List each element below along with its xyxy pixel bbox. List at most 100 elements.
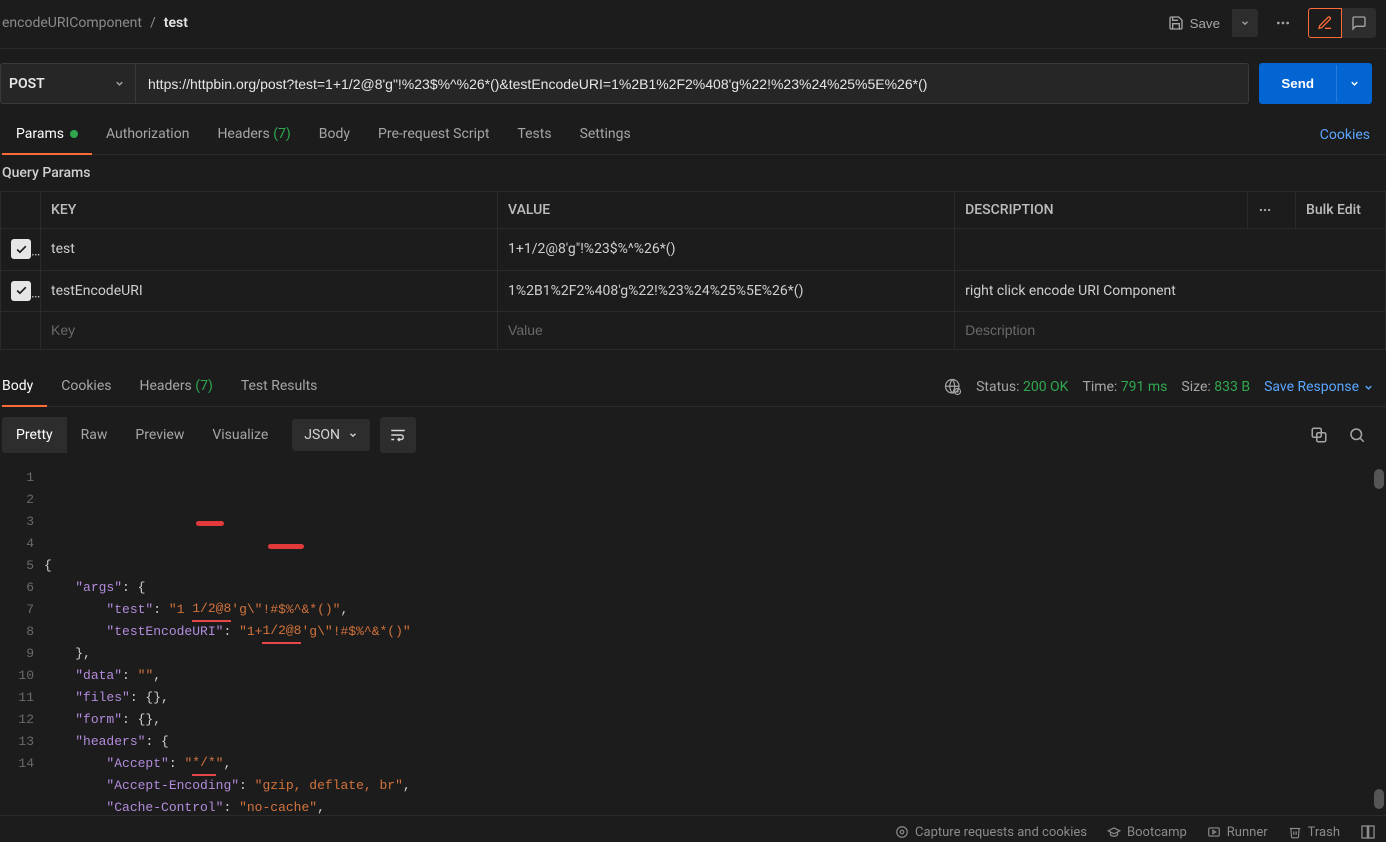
language-select[interactable]: JSON [292, 419, 370, 451]
view-pretty[interactable]: Pretty [2, 417, 67, 453]
code-line: { [44, 555, 411, 577]
tab-tests-label: Tests [517, 126, 551, 142]
code-line: "Accept": "*/*", [44, 753, 411, 775]
new-desc-input[interactable] [965, 322, 1375, 338]
topbar: encodeURIComponent / test Save [0, 0, 1386, 49]
footer-capture[interactable]: Capture requests and cookies [895, 825, 1087, 840]
resp-tab-body[interactable]: Body [2, 368, 47, 406]
tab-body[interactable]: Body [305, 116, 364, 154]
view-preview[interactable]: Preview [121, 417, 198, 453]
body-toolbar: Pretty Raw Preview Visualize JSON [0, 407, 1386, 463]
resp-tab-body-label: Body [2, 378, 33, 394]
annotation-marker [268, 544, 304, 549]
param-value[interactable]: 1%2B1%2F2%408'g%22!%23%24%25%5E%26*() [498, 270, 955, 312]
resp-tab-tests-label: Test Results [241, 378, 318, 394]
status-bar: Capture requests and cookies Bootcamp Ru… [0, 815, 1386, 842]
send-label: Send [1259, 63, 1336, 104]
tab-authorization[interactable]: Authorization [92, 116, 203, 154]
editor-scrollbar[interactable] [1374, 469, 1384, 809]
resp-tab-headers[interactable]: Headers (7) [139, 368, 226, 406]
param-key[interactable]: test [41, 229, 498, 271]
view-raw[interactable]: Raw [67, 417, 122, 453]
resp-tab-tests[interactable]: Test Results [241, 368, 332, 406]
top-actions: Save [1156, 8, 1376, 38]
url-input[interactable] [136, 63, 1249, 104]
globe-icon[interactable] [944, 378, 962, 396]
footer-trash-label: Trash [1308, 825, 1340, 840]
footer-panes-button[interactable] [1360, 824, 1376, 840]
tab-settings[interactable]: Settings [566, 116, 645, 154]
row-checkbox[interactable] [11, 281, 31, 301]
footer-trash[interactable]: Trash [1288, 825, 1340, 840]
response-meta: Status: 200 OK Time: 791 ms Size: 833 B … [944, 378, 1384, 396]
more-actions-button[interactable] [1266, 8, 1300, 38]
request-row: POST Send [0, 49, 1386, 116]
code-line: "Cache-Control": "no-cache", [44, 797, 411, 815]
table-row-new[interactable] [1, 312, 1386, 350]
save-options-button[interactable] [1232, 9, 1258, 37]
breadcrumb-sep: / [150, 15, 156, 31]
code-line: "Accept-Encoding": "gzip, deflate, br", [44, 775, 411, 797]
response-tabs: Body Cookies Headers (7) Test Results St… [0, 368, 1386, 407]
chevron-down-icon [114, 78, 125, 89]
code-line: "data": "", [44, 665, 411, 687]
search-response-button[interactable] [1348, 426, 1366, 444]
tab-headers-count: (7) [273, 126, 291, 142]
param-value[interactable]: 1+1/2@8'g"!%23$%^%26*() [498, 229, 955, 271]
view-visualize[interactable]: Visualize [198, 417, 282, 453]
breadcrumb: encodeURIComponent / test [2, 15, 188, 31]
cookies-link[interactable]: Cookies [1306, 117, 1384, 153]
breadcrumb-parent[interactable]: encodeURIComponent [2, 15, 142, 31]
param-desc[interactable] [955, 229, 1386, 271]
status-value: 200 OK [1023, 379, 1069, 395]
copy-response-button[interactable] [1310, 426, 1328, 444]
save-button[interactable]: Save [1156, 9, 1232, 37]
col-desc: DESCRIPTION [955, 192, 1248, 229]
tab-prerequest[interactable]: Pre-request Script [364, 116, 503, 154]
code-line: "test": "1 1/2@8'g\"!#$%^&*()", [44, 599, 411, 621]
footer-bootcamp-label: Bootcamp [1127, 825, 1187, 840]
code-line: }, [44, 643, 411, 665]
wrap-lines-button[interactable] [380, 417, 416, 453]
tab-params[interactable]: Params [2, 116, 92, 154]
code-line: "args": { [44, 577, 411, 599]
view-mode-segment: Pretty Raw Preview Visualize [2, 417, 282, 453]
col-options-button[interactable] [1248, 192, 1296, 229]
new-value-input[interactable] [508, 322, 944, 338]
comment-mode-button[interactable] [1342, 8, 1376, 38]
tab-params-label: Params [16, 126, 64, 142]
bulk-edit-button[interactable]: Bulk Edit [1296, 192, 1386, 229]
code-area[interactable]: { "args": { "test": "1 1/2@8'g\"!#$%^&*(… [44, 463, 411, 815]
footer-bootcamp[interactable]: Bootcamp [1107, 825, 1187, 840]
table-row[interactable]: testEncodeURI1%2B1%2F2%408'g%22!%23%24%2… [1, 270, 1386, 312]
new-key-input[interactable] [51, 322, 487, 338]
query-params-table: KEY VALUE DESCRIPTION Bulk Edit test1+1/… [0, 191, 1386, 350]
http-method-label: POST [9, 76, 45, 92]
table-row[interactable]: test1+1/2@8'g"!%23$%^%26*() [1, 229, 1386, 271]
tab-headers[interactable]: Headers (7) [203, 116, 304, 154]
param-key[interactable]: testEncodeURI [41, 270, 498, 312]
send-button[interactable]: Send [1259, 63, 1372, 104]
response-body-editor[interactable]: 1234567891011121314 { "args": { "test": … [0, 463, 1386, 815]
size-value: 833 B [1214, 379, 1250, 395]
time-value: 791 ms [1121, 379, 1168, 395]
code-line: "testEncodeURI": "1+1/2@8'g\"!#$%^&*()" [44, 621, 411, 643]
tab-tests[interactable]: Tests [503, 116, 565, 154]
http-method-select[interactable]: POST [0, 63, 136, 104]
footer-runner[interactable]: Runner [1207, 825, 1268, 840]
row-checkbox[interactable] [11, 239, 31, 259]
code-line: "form": {}, [44, 709, 411, 731]
param-desc[interactable]: right click encode URI Component [955, 270, 1386, 312]
resp-tab-cookies[interactable]: Cookies [61, 368, 125, 406]
col-key: KEY [41, 192, 498, 229]
send-options[interactable] [1336, 65, 1372, 102]
size-label: Size: [1181, 379, 1210, 395]
save-label: Save [1190, 16, 1220, 31]
edit-mode-button[interactable] [1308, 8, 1342, 38]
breadcrumb-current[interactable]: test [164, 15, 188, 31]
cookies-label: Cookies [1320, 127, 1370, 143]
params-indicator-dot [70, 130, 78, 138]
code-line: "files": {}, [44, 687, 411, 709]
tab-settings-label: Settings [580, 126, 631, 142]
save-response-button[interactable]: Save Response [1264, 379, 1384, 395]
